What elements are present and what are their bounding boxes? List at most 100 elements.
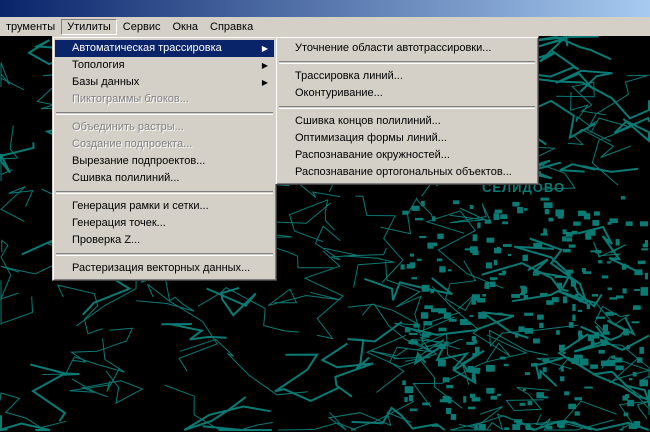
- map-building: [622, 265, 629, 268]
- map-building: [536, 392, 545, 399]
- map-line: [314, 225, 358, 261]
- map-building: [609, 297, 618, 300]
- menu-item[interactable]: Генерация рамки и сетки...: [55, 198, 274, 215]
- map-line: [80, 370, 144, 405]
- menu-4[interactable]: Справка: [204, 19, 259, 35]
- map-line: [30, 363, 80, 422]
- map-line: [0, 62, 25, 91]
- map-building: [636, 357, 643, 363]
- map-building: [414, 217, 424, 221]
- menu-item[interactable]: Топология ▶: [55, 57, 274, 74]
- menu-separator: [56, 253, 273, 256]
- map-building: [525, 423, 531, 430]
- map-building: [539, 292, 548, 297]
- map-building: [607, 287, 613, 291]
- submenu-arrow-icon: ▶: [261, 78, 268, 87]
- map-building: [471, 336, 477, 342]
- map-line: [42, 338, 125, 375]
- map-building: [406, 263, 414, 269]
- menu-item[interactable]: Распознавание окружностей...: [278, 147, 536, 164]
- menu-item[interactable]: Генерация точек...: [55, 215, 274, 232]
- map-building: [584, 386, 593, 389]
- map-building: [436, 344, 444, 347]
- map-building: [423, 321, 433, 326]
- menu-item[interactable]: Сшивка концов полилиний...: [278, 113, 536, 130]
- map-building: [499, 356, 506, 360]
- map-line: [0, 392, 67, 429]
- map-building: [404, 327, 411, 333]
- map-building: [557, 215, 564, 219]
- menu-item[interactable]: Оконтуривание...: [278, 85, 536, 102]
- map-building: [489, 281, 496, 288]
- map-building: [594, 211, 600, 216]
- map-building: [572, 304, 576, 311]
- map-building: [489, 277, 498, 280]
- map-building: [504, 427, 510, 430]
- map-line: [288, 199, 335, 243]
- menu-item[interactable]: Базы данных ▶: [55, 74, 274, 91]
- menu-item[interactable]: Объединить растры...: [55, 119, 274, 136]
- menu-item[interactable]: Создание подпроекта...: [55, 136, 274, 153]
- map-building: [623, 328, 629, 336]
- menu-1[interactable]: Утилиты: [61, 18, 117, 35]
- menu-item[interactable]: Распознавание ортогональных объектов...: [278, 164, 536, 181]
- menu-2[interactable]: Сервис: [117, 19, 167, 35]
- map-line: [303, 250, 345, 340]
- map-building: [448, 318, 457, 322]
- map-building: [474, 424, 478, 430]
- map-building: [578, 334, 583, 340]
- map-building: [592, 219, 600, 226]
- map-building: [502, 221, 509, 225]
- menu-item[interactable]: Растеризация векторных данных...: [55, 260, 274, 277]
- map-building: [642, 243, 648, 248]
- map-building: [452, 366, 457, 371]
- map-building: [571, 357, 580, 364]
- map-building: [560, 376, 565, 382]
- map-building: [634, 288, 640, 292]
- map-building: [620, 196, 626, 200]
- map-building: [475, 346, 480, 354]
- map-building: [606, 359, 616, 367]
- map-building: [542, 358, 550, 362]
- menu-item[interactable]: Трассировка линий...: [278, 68, 536, 85]
- menu-item-label: Сшивка концов полилиний...: [295, 115, 441, 127]
- map-building: [524, 312, 534, 316]
- map-building: [408, 394, 413, 402]
- map-building: [472, 234, 478, 242]
- map-building: [532, 273, 540, 276]
- map-building: [413, 323, 420, 328]
- map-building: [404, 386, 414, 394]
- menu-item-label: Уточнение области автотрассировки...: [295, 42, 492, 54]
- map-building: [522, 254, 528, 262]
- map-building: [566, 237, 573, 242]
- menu-3[interactable]: Окна: [166, 19, 204, 35]
- map-building: [634, 269, 643, 276]
- map-building: [494, 209, 503, 214]
- menu-item[interactable]: Автоматическая трассировка ▶: [55, 40, 274, 57]
- map-building: [633, 421, 641, 428]
- menu-0[interactable]: трументы: [0, 19, 61, 35]
- map-building: [539, 322, 544, 329]
- map-building: [409, 408, 418, 412]
- map-building: [627, 399, 635, 407]
- menu-item[interactable]: Пиктограммы блоков...: [55, 91, 274, 108]
- menu-item[interactable]: Проверка Z...: [55, 232, 274, 249]
- map-building: [546, 425, 553, 430]
- menu-item[interactable]: Оптимизация формы линий...: [278, 130, 536, 147]
- menu-item-label: Распознавание ортогональных объектов...: [295, 166, 512, 178]
- map-building: [437, 359, 446, 367]
- menu-item[interactable]: Вырезание подпроектов...: [55, 153, 274, 170]
- map-building: [595, 250, 602, 254]
- menu-item[interactable]: Уточнение области автотрассировки...: [278, 40, 536, 57]
- map-building: [469, 393, 476, 398]
- submenu-arrow-icon: ▶: [261, 44, 268, 53]
- map-building: [497, 312, 503, 315]
- map-building: [577, 211, 587, 214]
- map-building: [523, 208, 528, 211]
- map-line: [355, 195, 404, 283]
- map-line: [136, 279, 195, 312]
- map-building: [497, 246, 501, 254]
- menu-item[interactable]: Сшивка полилиний...: [55, 170, 274, 187]
- map-line: [613, 116, 650, 144]
- map-building: [568, 403, 577, 410]
